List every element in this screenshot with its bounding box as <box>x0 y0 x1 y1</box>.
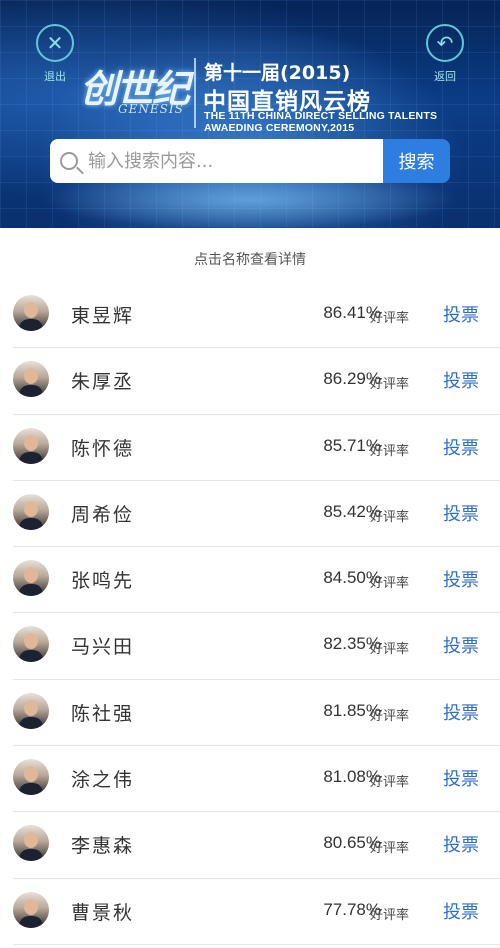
vote-button[interactable]: 投票 <box>443 898 479 924</box>
hint-text: 点击名称查看详情 <box>194 252 306 268</box>
candidate-row: 曹景秋 77.78% 好评率 投票 <box>13 879 500 945</box>
candidate-row: 東昱辉 86.41% 好评率 投票 <box>13 282 500 349</box>
avatar[interactable] <box>13 626 49 663</box>
candidate-row: 朱厚丞 86.29% 好评率 投票 <box>13 348 500 415</box>
candidate-name[interactable]: 曹景秋 <box>71 898 134 925</box>
candidate-name[interactable]: 周希俭 <box>71 500 134 527</box>
avatar[interactable] <box>13 692 49 729</box>
avatar[interactable] <box>13 560 49 597</box>
search-icon <box>60 152 78 170</box>
candidate-row: 李惠森 80.65% 好评率 投票 <box>13 812 500 879</box>
approval-rate-label: 好评率 <box>370 907 410 923</box>
approval-rate-label: 好评率 <box>370 775 410 791</box>
approval-rate-label: 好评率 <box>370 509 410 525</box>
avatar[interactable] <box>13 825 49 862</box>
approval-rate-label: 好评率 <box>370 443 410 459</box>
candidate-row: 陈社强 81.85% 好评率 投票 <box>13 680 500 747</box>
exit-button[interactable]: ✕ <box>36 24 74 62</box>
vote-button[interactable]: 投票 <box>443 831 479 857</box>
candidate-name[interactable]: 陈怀德 <box>71 434 134 461</box>
candidate-row: 涂之伟 81.08% 好评率 投票 <box>13 746 500 813</box>
search-input[interactable] <box>86 149 360 173</box>
approval-rate-label: 好评率 <box>370 642 410 658</box>
close-icon: ✕ <box>46 31 64 55</box>
candidate-row: 陈怀德 85.71% 好评率 投票 <box>13 415 500 481</box>
search-button[interactable]: 搜索 <box>383 139 450 183</box>
vote-button[interactable]: 投票 <box>443 500 479 526</box>
candidate-name[interactable]: 涂之伟 <box>71 765 134 792</box>
approval-rate-label: 好评率 <box>370 841 410 857</box>
avatar[interactable] <box>13 493 49 530</box>
avatar[interactable] <box>13 295 49 331</box>
candidate-list: 東昱辉 86.41% 好评率 投票 朱厚丞 86.29% 好评率 投票 陈怀德 … <box>0 282 500 945</box>
search-box <box>50 139 383 183</box>
candidate-name[interactable]: 朱厚丞 <box>71 367 134 394</box>
vote-button[interactable]: 投票 <box>443 367 479 393</box>
edition-title: 第十一届(2015) <box>204 62 351 84</box>
approval-rate-label: 好评率 <box>370 377 410 393</box>
approval-rate-label: 好评率 <box>370 708 410 724</box>
candidate-row: 张鸣先 84.50% 好评率 投票 <box>13 547 500 614</box>
candidate-name[interactable]: 東昱辉 <box>71 301 134 328</box>
candidate-row: 周希俭 85.42% 好评率 投票 <box>13 481 500 548</box>
brand-logo-subtitle: GENESIS <box>118 102 184 116</box>
candidate-row: 马兴田 82.35% 好评率 投票 <box>13 613 500 680</box>
avatar[interactable] <box>13 759 49 796</box>
logo-divider <box>194 58 196 128</box>
english-title-line1: THE 11TH CHINA DIRECT SELLING TALENTS <box>204 110 438 122</box>
avatar[interactable] <box>13 427 49 464</box>
avatar[interactable] <box>13 891 49 928</box>
vote-button[interactable]: 投票 <box>443 434 479 460</box>
vote-button[interactable]: 投票 <box>443 699 479 725</box>
approval-rate-label: 好评率 <box>370 311 410 326</box>
candidate-name[interactable]: 张鸣先 <box>71 566 134 593</box>
vote-button[interactable]: 投票 <box>443 765 479 791</box>
back-button[interactable]: ↶ <box>426 24 464 62</box>
approval-rate-label: 好评率 <box>370 576 410 592</box>
vote-button[interactable]: 投票 <box>443 566 479 592</box>
candidate-name[interactable]: 马兴田 <box>71 632 134 659</box>
back-label[interactable]: 返回 <box>434 68 456 84</box>
header-banner: ✕ 退出 ↶ 返回 创世纪 GENESIS 第十一届(2015) 中国直销风云榜… <box>0 0 500 228</box>
back-arrow-icon: ↶ <box>436 31 454 55</box>
vote-button[interactable]: 投票 <box>443 301 479 327</box>
english-title-line2: AWAEDING CEREMONY,2015 <box>204 122 355 134</box>
avatar[interactable] <box>13 361 49 398</box>
candidate-name[interactable]: 李惠森 <box>71 831 134 858</box>
vote-button[interactable]: 投票 <box>443 632 479 658</box>
exit-label[interactable]: 退出 <box>44 68 66 84</box>
candidate-name[interactable]: 陈社强 <box>71 699 134 726</box>
